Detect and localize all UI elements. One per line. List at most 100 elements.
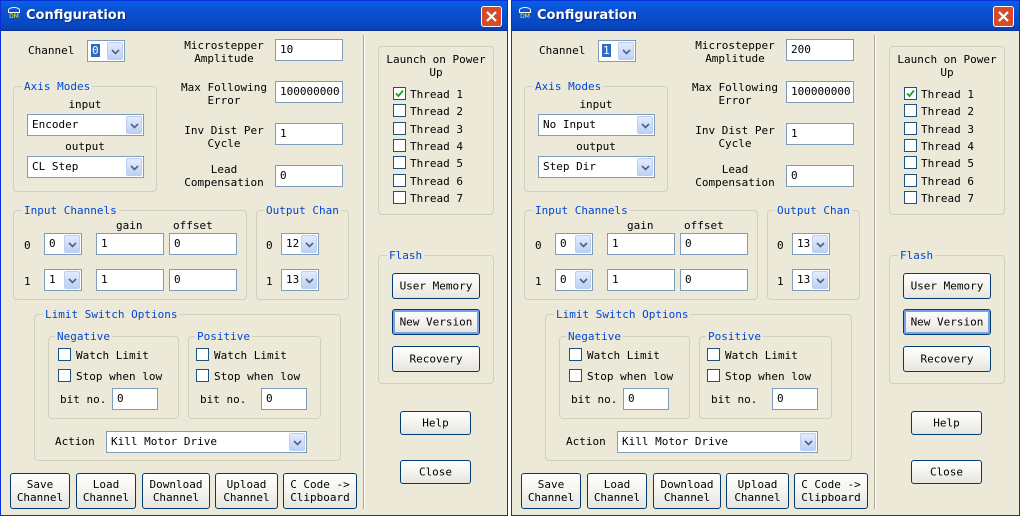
upload-channel-button[interactable]: Upload Channel xyxy=(726,473,789,509)
chevron-down-icon[interactable] xyxy=(575,235,591,253)
save-channel-button[interactable]: Save Channel xyxy=(521,473,581,509)
help-button[interactable]: Help xyxy=(911,411,982,435)
new-version-button[interactable]: New Version xyxy=(903,309,991,335)
download-channel-button[interactable]: Download Channel xyxy=(142,473,210,509)
chevron-down-icon[interactable] xyxy=(64,235,80,253)
negative-watch-limit-checkbox[interactable] xyxy=(58,348,71,361)
input-mode-select[interactable]: Encoder xyxy=(27,114,144,136)
input-row-1-gain-input[interactable]: 1 xyxy=(607,269,675,291)
close-button[interactable]: Close xyxy=(400,460,471,484)
input-row-0-offset-input[interactable]: 0 xyxy=(169,233,237,255)
thread-3-checkbox[interactable] xyxy=(904,121,917,135)
negative-stop-low-checkbox[interactable] xyxy=(569,369,582,382)
max-following-input[interactable]: 100000000 xyxy=(786,81,854,103)
input-row-1-offset-input[interactable]: 0 xyxy=(169,269,237,291)
microstepper-input[interactable]: 10 xyxy=(275,39,343,61)
new-version-button[interactable]: New Version xyxy=(392,309,480,335)
thread-5-checkbox[interactable] xyxy=(393,156,406,170)
chevron-down-icon[interactable] xyxy=(800,433,816,451)
thread-4-checkbox[interactable] xyxy=(393,138,406,152)
window-close-button[interactable] xyxy=(481,6,502,27)
input-row-0-channel-select[interactable]: 0 xyxy=(44,233,82,255)
thread-3-checkbox[interactable] xyxy=(393,121,406,135)
c-code-clipboard-button[interactable]: C Code -> Clipboard xyxy=(794,473,868,509)
input-row-1-channel-select[interactable]: 0 xyxy=(555,269,593,291)
chevron-down-icon[interactable] xyxy=(812,271,828,289)
output-row-1-select[interactable]: 13 xyxy=(792,269,830,291)
channel-select[interactable]: 1 xyxy=(598,40,636,62)
negative-bit-input[interactable]: 0 xyxy=(112,388,158,410)
negative-stop-low-checkbox[interactable] xyxy=(58,369,71,382)
channel-select[interactable]: 0 xyxy=(87,40,125,62)
max-following-input[interactable]: 100000000 xyxy=(275,81,343,103)
user-memory-button[interactable]: User Memory xyxy=(903,273,991,299)
positive-bit-input[interactable]: 0 xyxy=(772,388,818,410)
load-channel-button[interactable]: Load Channel xyxy=(587,473,647,509)
thread-6-label: Thread 6 xyxy=(921,174,974,188)
chevron-down-icon[interactable] xyxy=(64,271,80,289)
action-select[interactable]: Kill Motor Drive xyxy=(617,431,818,453)
chevron-down-icon[interactable] xyxy=(126,116,142,134)
negative-watch-limit-checkbox[interactable] xyxy=(569,348,582,361)
input-row-0-offset-input[interactable]: 0 xyxy=(680,233,748,255)
positive-bit-input[interactable]: 0 xyxy=(261,388,307,410)
input-row-0-gain-input[interactable]: 1 xyxy=(607,233,675,255)
output-row-1-select[interactable]: 13 xyxy=(281,269,319,291)
thread-6-checkbox[interactable] xyxy=(393,173,406,187)
lead-comp-input[interactable]: 0 xyxy=(275,165,343,187)
positive-watch-limit-checkbox[interactable] xyxy=(707,348,720,361)
input-row-1-gain-input[interactable]: 1 xyxy=(96,269,164,291)
window-close-button[interactable] xyxy=(993,6,1014,27)
thread-1-checkbox[interactable] xyxy=(393,87,406,100)
recovery-button[interactable]: Recovery xyxy=(392,346,480,372)
thread-4-checkbox[interactable] xyxy=(904,138,917,152)
chevron-down-icon[interactable] xyxy=(812,235,828,253)
thread-2-checkbox[interactable] xyxy=(393,104,406,118)
output-row-0-select[interactable]: 13 xyxy=(792,233,830,255)
thread-2-checkbox[interactable] xyxy=(904,104,917,118)
save-channel-button[interactable]: Save Channel xyxy=(10,473,70,509)
thread-5-checkbox[interactable] xyxy=(904,156,917,170)
help-button[interactable]: Help xyxy=(400,411,471,435)
chevron-down-icon[interactable] xyxy=(126,158,142,176)
upload-channel-button[interactable]: Upload Channel xyxy=(215,473,278,509)
thread-7-checkbox[interactable] xyxy=(393,190,406,204)
inv-dist-input[interactable]: 1 xyxy=(275,123,343,145)
chevron-down-icon[interactable] xyxy=(618,42,634,60)
inv-dist-input[interactable]: 1 xyxy=(786,123,854,145)
chevron-down-icon[interactable] xyxy=(301,235,317,253)
download-channel-button[interactable]: Download Channel xyxy=(653,473,721,509)
chevron-down-icon[interactable] xyxy=(107,42,123,60)
input-row-0-gain-input[interactable]: 1 xyxy=(96,233,164,255)
lead-comp-input[interactable]: 0 xyxy=(786,165,854,187)
thread-7-checkbox[interactable] xyxy=(904,190,917,204)
load-channel-button[interactable]: Load Channel xyxy=(76,473,136,509)
input-mode-select[interactable]: No Input xyxy=(538,114,655,136)
c-code-clipboard-button[interactable]: C Code -> Clipboard xyxy=(283,473,357,509)
thread-1-checkbox[interactable] xyxy=(904,87,917,100)
input-row-1-offset-input[interactable]: 0 xyxy=(680,269,748,291)
output-mode-select[interactable]: CL Step xyxy=(27,156,144,178)
chevron-down-icon[interactable] xyxy=(575,271,591,289)
negative-bit-input[interactable]: 0 xyxy=(623,388,669,410)
chevron-down-icon[interactable] xyxy=(301,271,317,289)
title-bar[interactable]: DM Configuration xyxy=(1,1,507,31)
title-bar[interactable]: DM Configuration xyxy=(512,1,1019,31)
input-channels-group: Input Channels gain offset 0 0 1 0 1 1 1… xyxy=(13,204,247,300)
output-mode-select[interactable]: Step Dir xyxy=(538,156,655,178)
input-row-0-channel-select[interactable]: 0 xyxy=(555,233,593,255)
positive-stop-low-checkbox[interactable] xyxy=(707,369,720,382)
chevron-down-icon[interactable] xyxy=(289,433,305,451)
recovery-button[interactable]: Recovery xyxy=(903,346,991,372)
close-button[interactable]: Close xyxy=(911,460,982,484)
input-row-1-channel-select[interactable]: 1 xyxy=(44,269,82,291)
action-select[interactable]: Kill Motor Drive xyxy=(106,431,307,453)
chevron-down-icon[interactable] xyxy=(637,158,653,176)
chevron-down-icon[interactable] xyxy=(637,116,653,134)
thread-6-checkbox[interactable] xyxy=(904,173,917,187)
microstepper-input[interactable]: 200 xyxy=(786,39,854,61)
user-memory-button[interactable]: User Memory xyxy=(392,273,480,299)
output-row-0-select[interactable]: 12 xyxy=(281,233,319,255)
positive-watch-limit-checkbox[interactable] xyxy=(196,348,209,361)
positive-stop-low-checkbox[interactable] xyxy=(196,369,209,382)
